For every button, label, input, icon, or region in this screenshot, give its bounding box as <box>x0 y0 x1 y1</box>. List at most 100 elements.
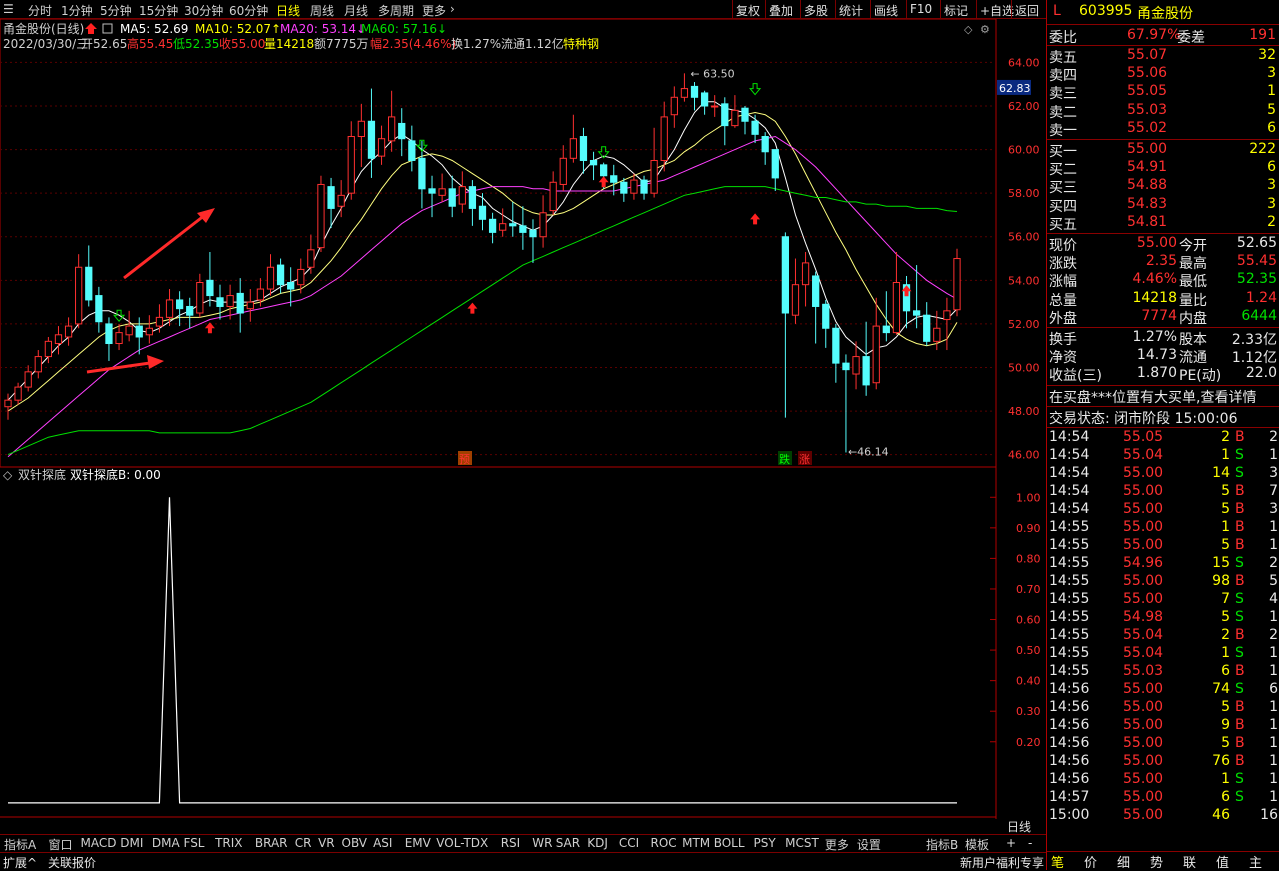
candle[interactable] <box>872 297 880 390</box>
period-tab-8[interactable]: 月线 <box>344 2 368 19</box>
candle[interactable] <box>448 175 456 218</box>
candle[interactable] <box>741 106 749 135</box>
zoom-in-icon[interactable]: + <box>1004 836 1018 850</box>
candle[interactable] <box>680 73 689 102</box>
candle[interactable] <box>539 195 547 248</box>
candle[interactable] <box>216 284 224 320</box>
candle[interactable] <box>175 291 184 327</box>
period-tab-9[interactable]: 多周期 <box>378 2 414 19</box>
quote-footer-tab-6[interactable]: 主 <box>1249 852 1262 871</box>
candle[interactable] <box>206 252 214 307</box>
period-label[interactable]: 日线 <box>1005 818 1033 835</box>
period-tab-5[interactable]: 60分钟 <box>229 2 268 19</box>
candle[interactable] <box>771 149 779 191</box>
indicator-tab-13[interactable]: VOL-TDX <box>434 836 490 850</box>
indicator-tab-10[interactable]: OBV <box>340 836 370 850</box>
indicator-tab-15[interactable]: WR <box>530 836 554 850</box>
toolbar-button-6[interactable]: 标记 <box>940 0 971 19</box>
candle[interactable] <box>54 326 63 355</box>
quote-footer-tab-3[interactable]: 势 <box>1150 852 1163 871</box>
candle[interactable] <box>307 234 315 274</box>
indicator-tab-1[interactable]: 窗口 <box>47 836 75 853</box>
candle[interactable] <box>367 88 376 178</box>
candle[interactable] <box>711 95 719 117</box>
indicator-tab-20[interactable]: MTM <box>680 836 712 850</box>
candle[interactable] <box>266 254 275 296</box>
related-quote-button[interactable]: 关联报价 <box>48 854 96 871</box>
candle[interactable] <box>458 171 466 213</box>
toolbar-button-1[interactable]: 叠加 <box>765 0 796 19</box>
candle[interactable] <box>317 175 325 252</box>
candle[interactable] <box>24 365 32 392</box>
candle[interactable] <box>14 382 22 405</box>
zoom-out-icon[interactable]: - <box>1026 836 1034 850</box>
period-tab-1[interactable]: 1分钟 <box>61 2 93 19</box>
candle[interactable] <box>115 323 123 351</box>
candle[interactable] <box>125 310 133 342</box>
candle[interactable] <box>509 201 517 237</box>
indicator-tab-21[interactable]: BOLL <box>712 836 747 850</box>
candle[interactable] <box>892 252 901 335</box>
candle[interactable] <box>519 206 527 250</box>
candle[interactable] <box>529 219 537 263</box>
indicator-b-tab[interactable]: 指标B <box>924 836 960 853</box>
more-chevron-icon[interactable]: › <box>450 2 455 16</box>
period-tab-2[interactable]: 5分钟 <box>100 2 132 19</box>
candle[interactable] <box>589 151 598 181</box>
toolbar-button-3[interactable]: 统计 <box>835 0 866 19</box>
toolbar-button-8[interactable]: 返回 <box>1011 0 1042 19</box>
candle[interactable] <box>559 145 567 191</box>
period-tab-10[interactable]: 更多 <box>422 2 446 19</box>
candle[interactable] <box>670 86 678 128</box>
indicator-tab-18[interactable]: CCI <box>617 836 641 850</box>
candle[interactable] <box>943 297 951 351</box>
indicator-tab-4[interactable]: DMA <box>150 836 182 850</box>
candle[interactable] <box>791 258 800 324</box>
candle[interactable] <box>579 127 588 174</box>
candle[interactable] <box>499 208 507 237</box>
candle[interactable] <box>408 125 416 172</box>
candle[interactable] <box>650 127 658 198</box>
quote-footer-tab-5[interactable]: 值 <box>1216 852 1229 871</box>
candle[interactable] <box>801 252 810 307</box>
new-user-benefit-link[interactable]: 新用户福利专享 <box>960 854 1044 871</box>
candle[interactable] <box>438 173 446 202</box>
indicator-tab-7[interactable]: BRAR <box>253 836 290 850</box>
expand-button[interactable]: 扩展^ <box>3 854 37 871</box>
period-tab-3[interactable]: 15分钟 <box>139 2 178 19</box>
indicator-tab-14[interactable]: RSI <box>499 836 523 850</box>
indicator-tab-17[interactable]: KDJ <box>585 836 610 850</box>
candle[interactable] <box>862 321 870 396</box>
candle[interactable] <box>398 108 406 157</box>
collapse-diamond-icon[interactable]: ◇ <box>964 23 973 36</box>
candle[interactable] <box>155 304 164 333</box>
candle[interactable] <box>34 350 42 379</box>
toolbar-button-0[interactable]: 复权 <box>732 0 763 19</box>
indicator-tab-2[interactable]: MACD <box>79 836 119 850</box>
indicator-tab-23[interactable]: MCST <box>783 836 821 850</box>
candle[interactable] <box>145 315 153 344</box>
candle[interactable] <box>761 132 769 165</box>
candle[interactable] <box>640 175 648 200</box>
indicator-tab-19[interactable]: ROC <box>649 836 679 850</box>
template-tab[interactable]: 模板 <box>963 836 991 853</box>
candle[interactable] <box>731 95 739 128</box>
indicator-tab-9[interactable]: VR <box>316 836 337 850</box>
legend-box-icon[interactable] <box>102 23 113 34</box>
quote-footer-tab-4[interactable]: 联 <box>1183 852 1196 871</box>
candle[interactable] <box>327 177 335 229</box>
indicator-tab-6[interactable]: TRIX <box>213 836 244 850</box>
indicator-tab-5[interactable]: FSL <box>182 836 207 850</box>
period-tab-0[interactable]: 分时 <box>28 2 52 19</box>
indicator-tab-11[interactable]: ASI <box>371 836 394 850</box>
candle[interactable] <box>478 193 487 231</box>
indicator-collapse-icon[interactable]: ◇ <box>3 468 13 482</box>
candle[interactable] <box>236 278 244 333</box>
candle[interactable] <box>468 180 477 226</box>
indicator-tab-3[interactable]: DMI <box>118 836 145 850</box>
candle[interactable] <box>95 286 103 333</box>
indicator-tab-16[interactable]: SAR <box>554 836 582 850</box>
period-tab-7[interactable]: 周线 <box>310 2 334 19</box>
candle[interactable] <box>751 114 759 144</box>
candle[interactable] <box>781 232 790 418</box>
